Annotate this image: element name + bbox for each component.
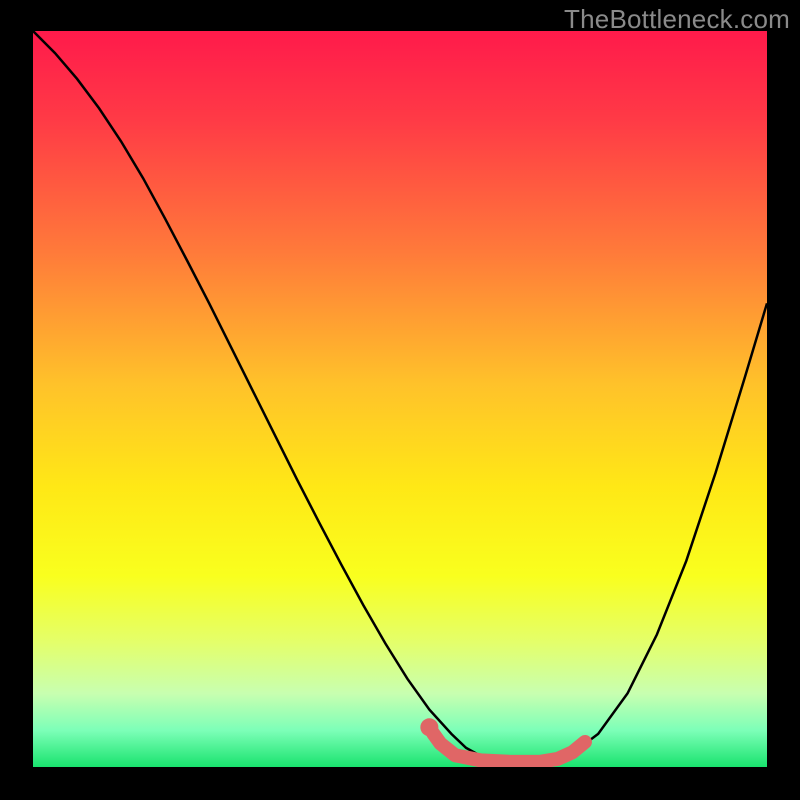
chart-frame: { "watermark": "TheBottleneck.com", "cha… [0,0,800,800]
plot-background [33,31,767,767]
watermark-text: TheBottleneck.com [564,4,790,35]
chart-svg [0,0,800,800]
optimal-peak-marker [420,718,438,736]
